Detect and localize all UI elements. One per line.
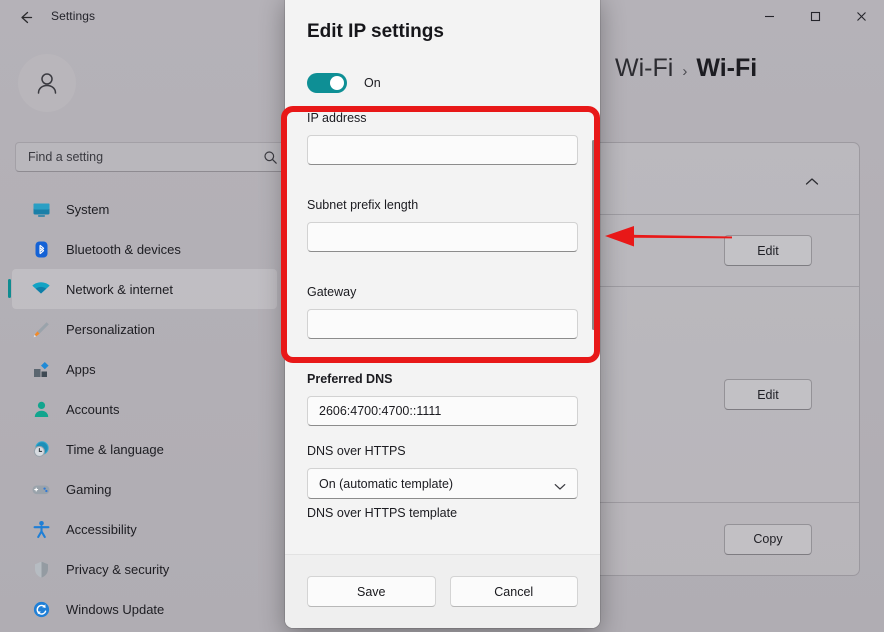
- preferred-dns-label: Preferred DNS: [307, 372, 393, 386]
- field-dns-over-https-template: DNS over HTTPS template: [307, 506, 578, 530]
- dialog-footer: Save Cancel: [285, 554, 600, 628]
- subnet-prefix-input[interactable]: [307, 222, 578, 252]
- field-gateway: Gateway: [307, 285, 578, 339]
- dialog-scrollbar[interactable]: [592, 140, 595, 330]
- gateway-input[interactable]: [307, 309, 578, 339]
- dns-over-https-select[interactable]: On (automatic template): [307, 468, 578, 499]
- cancel-button[interactable]: Cancel: [449, 576, 578, 607]
- gateway-label: Gateway: [307, 285, 357, 299]
- field-dns-over-https: DNS over HTTPS On (automatic template): [307, 444, 578, 499]
- ip-settings-toggle[interactable]: [307, 73, 347, 93]
- ip-address-input[interactable]: [307, 135, 578, 165]
- chevron-down-icon: [554, 480, 566, 494]
- field-subnet-prefix-length: Subnet prefix length: [307, 198, 578, 252]
- field-preferred-dns: Preferred DNS: [307, 372, 578, 426]
- preferred-dns-input[interactable]: [307, 396, 578, 426]
- dialog-scroll-area: IP address Subnet prefix length Gateway …: [285, 98, 600, 554]
- toggle-state-label: On: [364, 76, 381, 90]
- dialog-title: Edit IP settings: [307, 21, 444, 42]
- field-ip-address: IP address: [307, 111, 578, 165]
- ip-toggle-row: On: [307, 73, 381, 93]
- screen: Settings Find a setting System Bluetooth…: [0, 0, 884, 632]
- dns-over-https-value: On (automatic template): [319, 476, 454, 491]
- save-button[interactable]: Save: [307, 576, 436, 607]
- dns-over-https-template-label: DNS over HTTPS template: [307, 506, 458, 520]
- edit-ip-settings-dialog: Edit IP settings On IP address Subnet pr…: [285, 0, 600, 628]
- ip-address-label: IP address: [307, 111, 367, 125]
- toggle-knob: [330, 76, 344, 90]
- dns-over-https-label: DNS over HTTPS: [307, 444, 406, 458]
- subnet-prefix-label: Subnet prefix length: [307, 198, 419, 212]
